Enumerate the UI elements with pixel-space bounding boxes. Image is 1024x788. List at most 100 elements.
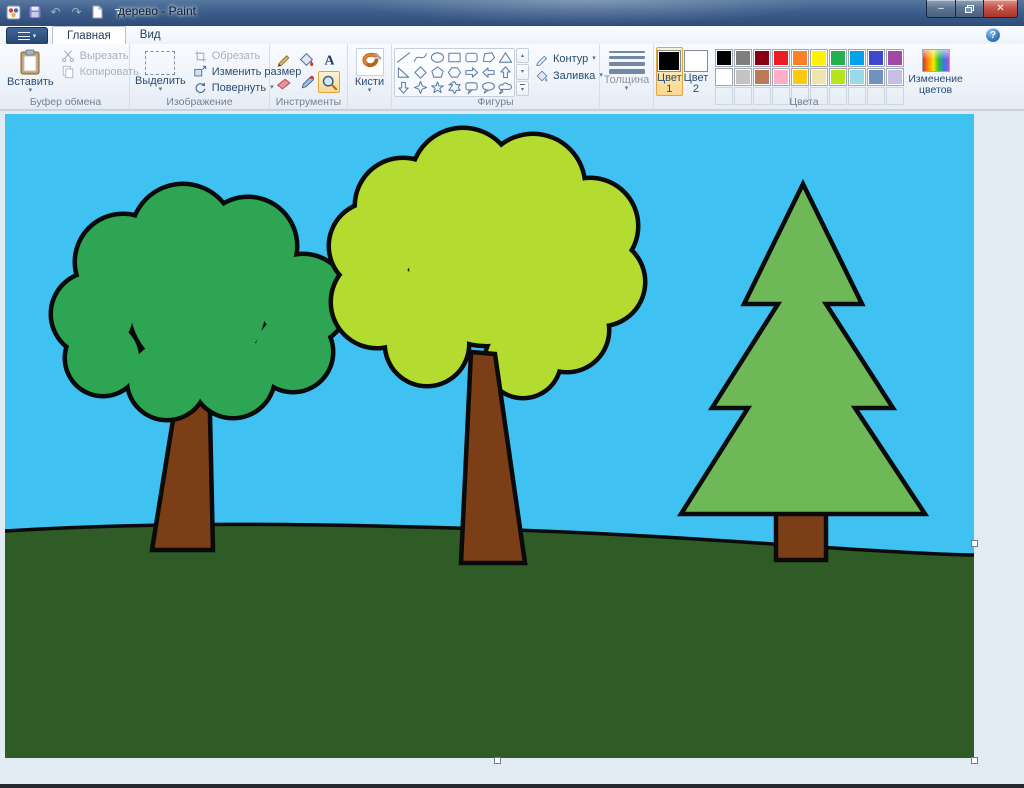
chevron-down-icon: ▾ <box>521 86 524 93</box>
color-picker-tool-button[interactable] <box>295 71 317 93</box>
line-thickness-icon <box>609 48 645 74</box>
new-page-icon[interactable] <box>89 4 106 21</box>
crop-icon <box>193 49 208 63</box>
eraser-icon <box>275 74 292 91</box>
palette-swatch[interactable] <box>867 49 885 67</box>
shape-star-6-button[interactable] <box>446 80 463 95</box>
palette-swatch[interactable] <box>886 68 904 86</box>
palette-swatch[interactable] <box>810 68 828 86</box>
color2-button[interactable]: Цвет 2 <box>683 47 710 96</box>
shape-arrow-down-button[interactable] <box>395 80 412 95</box>
shape-callout-cloud-button[interactable] <box>497 80 514 95</box>
gallery-expand-button[interactable]: ▾ <box>516 81 529 96</box>
arrow-up-icon: ▴ <box>521 52 524 59</box>
shape-rectangle-button[interactable] <box>446 50 463 65</box>
group-label-tools: Инструменты <box>270 96 347 108</box>
shape-outline-button[interactable]: Контур ▾ <box>534 52 603 66</box>
shape-pentagon-button[interactable] <box>429 65 446 80</box>
palette-swatch[interactable] <box>772 68 790 86</box>
canvas-resize-handle-corner[interactable] <box>971 757 978 764</box>
brushes-button[interactable]: Кисти ▾ <box>350 47 389 96</box>
shape-fill-button[interactable]: Заливка ▾ <box>534 69 603 83</box>
help-icon[interactable]: ? <box>986 28 1000 42</box>
palette-swatch[interactable] <box>791 68 809 86</box>
tab-view[interactable]: Вид <box>126 26 175 43</box>
copy-button[interactable]: Копировать <box>61 65 139 79</box>
shape-diamond-button[interactable] <box>412 65 429 80</box>
shape-rounded-rectangle-button[interactable] <box>463 50 480 65</box>
shape-triangle-icon <box>497 50 514 65</box>
shape-triangle-button[interactable] <box>497 50 514 65</box>
application-menu-button[interactable]: ▾ <box>6 27 48 45</box>
palette-swatch[interactable] <box>753 49 771 67</box>
palette-swatch[interactable] <box>829 68 847 86</box>
palette-swatch[interactable] <box>753 68 771 86</box>
shape-callout-rounded-icon <box>463 80 480 95</box>
arrow-down-icon: ▾ <box>521 68 524 75</box>
shape-hexagon-button[interactable] <box>446 65 463 80</box>
color1-button[interactable]: Цвет 1 <box>656 47 683 96</box>
color1-label-number: 1 <box>666 84 672 95</box>
palette-swatch[interactable] <box>715 49 733 67</box>
shape-star-5-button[interactable] <box>429 80 446 95</box>
taskbar-edge[interactable] <box>0 784 1024 788</box>
group-size: Толщина ▾ <box>600 44 654 109</box>
fill-tool-button[interactable] <box>295 48 317 70</box>
canvas-resize-handle-bottom[interactable] <box>494 757 501 764</box>
shape-oval-icon <box>429 50 446 65</box>
magnifier-tool-button[interactable] <box>318 71 340 93</box>
shape-arrow-left-button[interactable] <box>480 65 497 80</box>
minimize-button[interactable]: – <box>926 0 956 18</box>
shape-right-triangle-icon <box>395 65 412 80</box>
close-button[interactable]: ✕ <box>983 0 1018 18</box>
cut-button[interactable]: Вырезать <box>61 49 139 63</box>
palette-swatch[interactable] <box>867 68 885 86</box>
paste-button[interactable]: Вставить ▾ <box>4 47 57 96</box>
palette-swatch[interactable] <box>848 68 866 86</box>
text-tool-button[interactable]: A <box>318 48 340 70</box>
group-label-colors: Цвета <box>654 96 954 108</box>
pencil-tool-button[interactable] <box>272 48 294 70</box>
palette-swatch[interactable] <box>810 49 828 67</box>
group-tools: A Инструменты <box>270 44 348 109</box>
shape-oval-button[interactable] <box>429 50 446 65</box>
shape-line-button[interactable] <box>395 50 412 65</box>
size-button[interactable]: Толщина ▾ <box>601 47 653 96</box>
canvas-resize-handle-right[interactable] <box>971 540 978 547</box>
palette-swatch[interactable] <box>848 49 866 67</box>
restore-icon <box>965 5 974 13</box>
group-image: Выделить ▾ Обрезать <box>130 44 270 109</box>
shape-curve-button[interactable] <box>412 50 429 65</box>
shape-arrow-right-button[interactable] <box>463 65 480 80</box>
tab-home[interactable]: Главная <box>52 26 126 45</box>
maximize-restore-button[interactable] <box>956 0 983 18</box>
edit-colors-label-2: цветов <box>919 85 952 96</box>
redo-icon[interactable]: ↷ <box>68 4 85 21</box>
gallery-scroll-up-button[interactable]: ▴ <box>516 48 529 63</box>
eraser-tool-button[interactable] <box>272 71 294 93</box>
palette-swatch[interactable] <box>791 49 809 67</box>
title-bar: ↶↷▾ дерево - Paint – ✕ <box>0 0 1024 26</box>
shape-star-4-button[interactable] <box>412 80 429 95</box>
shape-callout-oval-button[interactable] <box>480 80 497 95</box>
menu-icon <box>18 32 30 40</box>
select-button[interactable]: Выделить ▾ <box>132 47 189 96</box>
palette-swatch[interactable] <box>715 68 733 86</box>
palette-swatch[interactable] <box>886 49 904 67</box>
palette-swatch[interactable] <box>829 49 847 67</box>
gallery-scroll-down-button[interactable]: ▾ <box>516 64 529 79</box>
shape-line-icon <box>395 50 412 65</box>
undo-icon[interactable]: ↶ <box>47 4 64 21</box>
shape-callout-rounded-button[interactable] <box>463 80 480 95</box>
edit-colors-button[interactable]: Изменение цветов <box>908 47 963 96</box>
palette-swatch[interactable] <box>772 49 790 67</box>
palette-swatch[interactable] <box>734 49 752 67</box>
shape-right-triangle-button[interactable] <box>395 65 412 80</box>
color-palette <box>715 49 904 96</box>
palette-swatch[interactable] <box>734 68 752 86</box>
shape-polygon-button[interactable] <box>480 50 497 65</box>
outline-pencil-icon <box>534 52 549 66</box>
save-icon[interactable] <box>26 4 43 21</box>
shape-arrow-up-button[interactable] <box>497 65 514 80</box>
drawing-canvas[interactable] <box>5 114 974 758</box>
